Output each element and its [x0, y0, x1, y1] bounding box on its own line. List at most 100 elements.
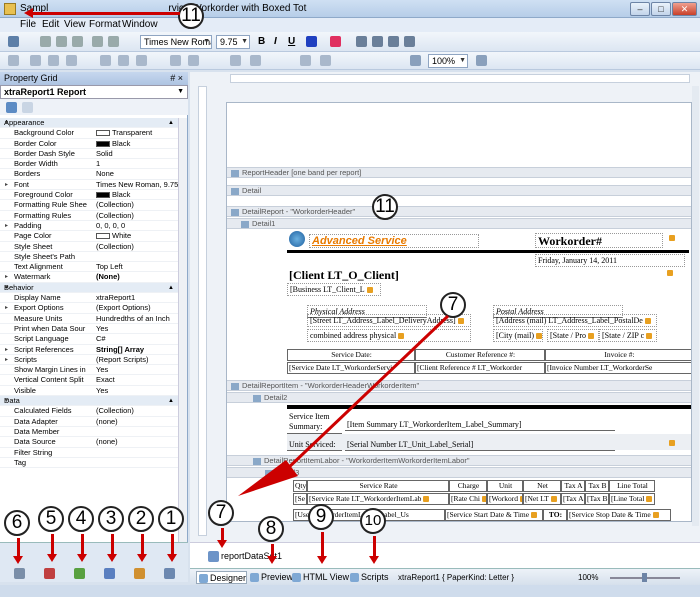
- smart-tag-icon[interactable]: [669, 235, 675, 241]
- menu-edit[interactable]: Edit: [42, 19, 59, 30]
- property-row[interactable]: ▸ Padding 0, 0, 0, 0: [0, 221, 178, 232]
- same-height-icon[interactable]: [188, 55, 199, 66]
- expand-icon[interactable]: ▸: [5, 303, 8, 313]
- property-row[interactable]: Data Adapter (none): [0, 417, 178, 427]
- property-value[interactable]: String[] Array: [96, 345, 178, 355]
- labor-cell[interactable]: [Tax A: [561, 493, 585, 505]
- expand-icon[interactable]: ▸: [5, 272, 8, 282]
- smart-tag-icon[interactable]: [652, 512, 659, 519]
- smart-tag-icon[interactable]: [531, 512, 538, 519]
- justify-icon[interactable]: [404, 36, 415, 47]
- property-row[interactable]: Script Language C#: [0, 334, 178, 345]
- labor-col-header[interactable]: Tax A: [561, 480, 585, 492]
- cut-icon[interactable]: [40, 36, 51, 47]
- property-row[interactable]: ▸ Scripts (Report Scripts): [0, 355, 178, 366]
- property-value[interactable]: (Report Scripts): [96, 355, 178, 365]
- tab-html-view[interactable]: HTML View: [290, 571, 349, 584]
- property-value[interactable]: (Collection): [96, 406, 178, 416]
- labor-cell[interactable]: [Line Total: [609, 493, 655, 505]
- property-row[interactable]: Foreground Color Black: [0, 190, 178, 201]
- property-row[interactable]: ▸ Export Options (Export Options): [0, 303, 178, 314]
- property-category[interactable]: ▾ Data ▲: [0, 396, 178, 407]
- properties-icon[interactable]: [164, 568, 175, 579]
- tab-scripts[interactable]: Scripts: [348, 571, 389, 584]
- property-row[interactable]: Style Sheet (Collection): [0, 242, 178, 252]
- property-value[interactable]: Black: [96, 190, 178, 200]
- same-width-icon[interactable]: [170, 55, 181, 66]
- expand-icon[interactable]: ▸: [5, 355, 8, 365]
- property-value[interactable]: (Collection): [96, 211, 178, 221]
- italic-button[interactable]: I: [274, 36, 277, 47]
- smart-tag-icon[interactable]: [588, 333, 594, 340]
- property-row[interactable]: Tag: [0, 458, 178, 469]
- property-value[interactable]: (Collection): [96, 242, 178, 252]
- smart-tag-icon[interactable]: [644, 318, 651, 325]
- property-row[interactable]: Print when Data Sour Yes: [0, 324, 178, 335]
- property-row[interactable]: Border Dash Style Solid: [0, 149, 178, 160]
- address-mail-field[interactable]: [Address (mail) LT_Address_Label_PostalD…: [493, 314, 657, 327]
- align-middles-icon[interactable]: [118, 55, 129, 66]
- tab-preview[interactable]: Preview: [248, 571, 293, 584]
- labor-col-header[interactable]: Unit: [487, 480, 523, 492]
- align-centers-icon[interactable]: [48, 55, 59, 66]
- property-value[interactable]: Times New Roman, 9.75pt: [96, 180, 178, 190]
- labor-col-header[interactable]: Tax B: [585, 480, 609, 492]
- copy-icon[interactable]: [56, 36, 67, 47]
- property-value[interactable]: (none): [96, 417, 178, 427]
- property-value[interactable]: Exact: [96, 375, 178, 385]
- property-row[interactable]: Page Color White: [0, 231, 178, 242]
- chevron-up-icon[interactable]: ▲: [168, 396, 174, 406]
- menu-window[interactable]: Window: [122, 19, 158, 30]
- align-lefts-icon[interactable]: [30, 55, 41, 66]
- align-rights-icon[interactable]: [66, 55, 77, 66]
- property-row[interactable]: Filter String: [0, 448, 178, 458]
- back-color-icon[interactable]: [330, 36, 341, 47]
- designer-vscrollbar[interactable]: [692, 86, 699, 526]
- to-label[interactable]: TO:: [543, 509, 567, 521]
- maximize-button[interactable]: □: [651, 2, 671, 16]
- zoom-out-icon[interactable]: [410, 55, 421, 66]
- expand-icon[interactable]: ▸: [5, 345, 8, 355]
- property-row[interactable]: ▸ Font Times New Roman, 9.75pt: [0, 180, 178, 191]
- property-row[interactable]: ▸ Watermark (None): [0, 272, 178, 283]
- property-row[interactable]: Formatting Rule Shee (Collection): [0, 200, 178, 211]
- align-tops-icon[interactable]: [100, 55, 111, 66]
- property-value[interactable]: (Collection): [96, 200, 178, 210]
- align-left-icon[interactable]: [356, 36, 367, 47]
- report-explorer-icon[interactable]: [44, 568, 55, 579]
- font-color-icon[interactable]: [306, 36, 317, 47]
- script-errors-icon[interactable]: [134, 568, 145, 579]
- state-field[interactable]: [State / Pro: [547, 329, 599, 342]
- property-value[interactable]: Hundredths of an Inch: [96, 314, 178, 324]
- labor-col-header[interactable]: Line Total: [609, 480, 655, 492]
- dataset-icon[interactable]: [208, 551, 219, 562]
- date-label[interactable]: Friday, January 14, 2011: [535, 254, 685, 267]
- property-category[interactable]: ▾ Appearance ▲: [0, 118, 178, 129]
- property-row[interactable]: Calculated Fields (Collection): [0, 406, 178, 417]
- property-value[interactable]: (Export Options): [96, 303, 178, 313]
- property-value[interactable]: C#: [96, 334, 178, 344]
- field-list-icon[interactable]: [74, 568, 85, 579]
- business-field[interactable]: [Business LT_Client_L: [287, 283, 381, 296]
- smart-tag-icon[interactable]: [457, 318, 464, 325]
- font-name-combo[interactable]: Times New Roman▼: [140, 35, 212, 49]
- zoom-combo[interactable]: 100% ▼: [428, 54, 468, 68]
- property-row[interactable]: Data Source (none): [0, 437, 178, 448]
- property-row[interactable]: Measure Units Hundredths of an Inch: [0, 314, 178, 324]
- redo-icon[interactable]: [108, 36, 119, 47]
- band-detail1[interactable]: Detail1: [227, 218, 691, 229]
- font-size-combo[interactable]: 9.75 ▼: [216, 35, 250, 49]
- align-bottoms-icon[interactable]: [136, 55, 147, 66]
- property-row[interactable]: Background Color Transparent: [0, 128, 178, 139]
- invoice-header[interactable]: Invoice #:: [545, 349, 691, 361]
- bold-button[interactable]: B: [258, 36, 265, 47]
- new-icon[interactable]: [8, 36, 19, 47]
- zip-field[interactable]: [State / ZIP c: [599, 329, 657, 342]
- property-value[interactable]: 0, 0, 0, 0: [96, 221, 178, 231]
- property-value[interactable]: (None): [96, 272, 178, 282]
- property-value[interactable]: Yes: [96, 386, 178, 396]
- pin-close-icon[interactable]: # ×: [170, 72, 183, 85]
- chevron-down-icon[interactable]: ▼: [177, 86, 184, 98]
- menu-file[interactable]: File: [20, 19, 36, 30]
- group-sort-icon[interactable]: [104, 568, 115, 579]
